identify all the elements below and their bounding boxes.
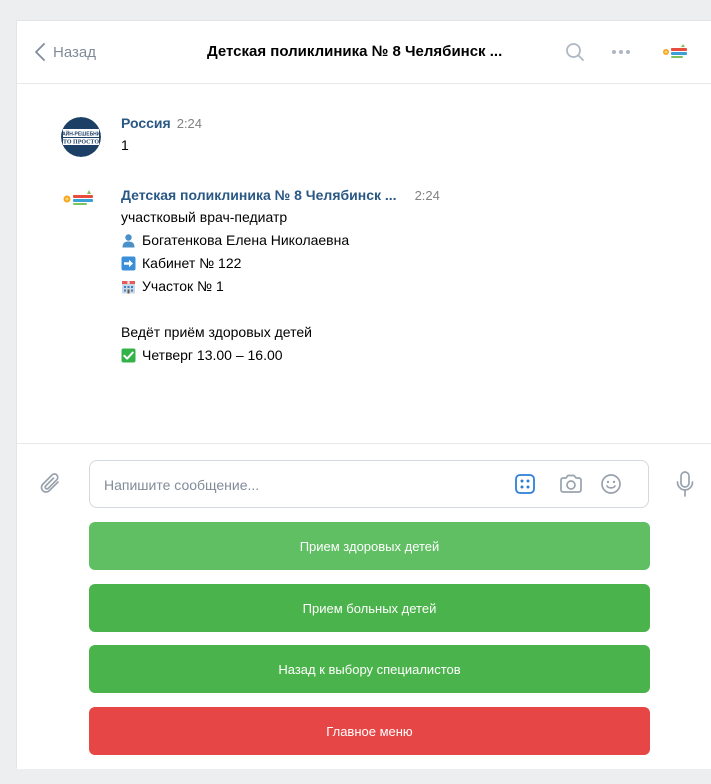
community-logo-icon[interactable] (61, 189, 95, 209)
message-time[interactable]: 2:24 (415, 186, 440, 206)
keyboard-button-main-menu[interactable]: Главное меню (89, 707, 650, 755)
bot-keyboard-icon[interactable] (514, 473, 536, 495)
chat-title[interactable]: Детская поликлиника № 8 Челябинск ... (207, 41, 537, 63)
search-icon[interactable] (565, 42, 585, 62)
paperclip-icon[interactable] (39, 472, 63, 498)
message-line: Богатенкова Елена Николаевна (121, 229, 440, 252)
message-line: участковый врач-педиатр (121, 206, 440, 229)
message-line-text: Кабинет № 122 (142, 255, 242, 271)
message-line: Участок № 1 (121, 275, 440, 298)
message-line-text: участковый врач-педиатр (121, 209, 288, 225)
avatar-text-bottom: ТО ПРОСТО (63, 140, 99, 146)
avatar-text-top: ЛАЙН-РЕШЕБНИК (61, 130, 101, 138)
message-time[interactable]: 2:24 (177, 114, 202, 134)
more-icon[interactable] (611, 49, 631, 55)
message-line-text: Четверг 13.00 – 16.00 (142, 347, 283, 363)
message-input-box[interactable] (89, 460, 649, 508)
message-header: Детская поликлиника № 8 Челябинск ... 2:… (121, 185, 440, 206)
message-body: Детская поликлиника № 8 Челябинск ... 2:… (121, 185, 440, 367)
chat-window: Назад Детская поликлиника № 8 Челябинск … (16, 20, 711, 769)
composer-area: Прием здоровых детей Прием больных детей… (17, 443, 711, 769)
message-input[interactable] (104, 473, 504, 497)
keyboard-button-back-to-specialists[interactable]: Назад к выбору специалистов (89, 645, 650, 693)
message-body: Россия 2:24 1 (121, 113, 202, 157)
camera-icon[interactable] (558, 473, 584, 495)
message-line: Четверг 13.00 – 16.00 (121, 344, 440, 367)
back-label: Назад (53, 43, 96, 61)
person-icon (122, 234, 135, 248)
message-line-text: Ведёт приём здоровых детей (121, 324, 312, 340)
keyboard-button-sick-children[interactable]: Прием больных детей (89, 584, 650, 632)
arrow-right-icon (121, 256, 136, 271)
message-list[interactable]: ЛАЙН-РЕШЕБНИК ТО ПРОСТО Россия 2:24 1 (17, 85, 711, 441)
message-line-text: Участок № 1 (142, 278, 224, 294)
hospital-icon (122, 281, 135, 294)
message-line: 1 (121, 137, 129, 153)
microphone-icon[interactable] (675, 470, 695, 498)
message-author[interactable]: Россия (121, 113, 171, 133)
back-button[interactable]: Назад (35, 41, 96, 63)
chat-header: Назад Детская поликлиника № 8 Челябинск … (17, 21, 711, 84)
chevron-left-icon (35, 43, 45, 61)
message-author[interactable]: Детская поликлиника № 8 Челябинск ... (121, 185, 397, 205)
message-text: 1 (121, 134, 202, 157)
community-logo-icon[interactable] (661, 43, 689, 61)
keyboard-button-healthy-children[interactable]: Прием здоровых детей (89, 522, 650, 570)
message-header: Россия 2:24 (121, 113, 202, 134)
smile-icon[interactable] (600, 473, 622, 495)
message-line-text: Богатенкова Елена Николаевна (142, 232, 350, 248)
message-line: Ведёт приём здоровых детей (121, 321, 440, 344)
checkmark-icon (121, 348, 136, 363)
avatar[interactable]: ЛАЙН-РЕШЕБНИК ТО ПРОСТО (61, 117, 101, 157)
message-line: Кабинет № 122 (121, 252, 440, 275)
